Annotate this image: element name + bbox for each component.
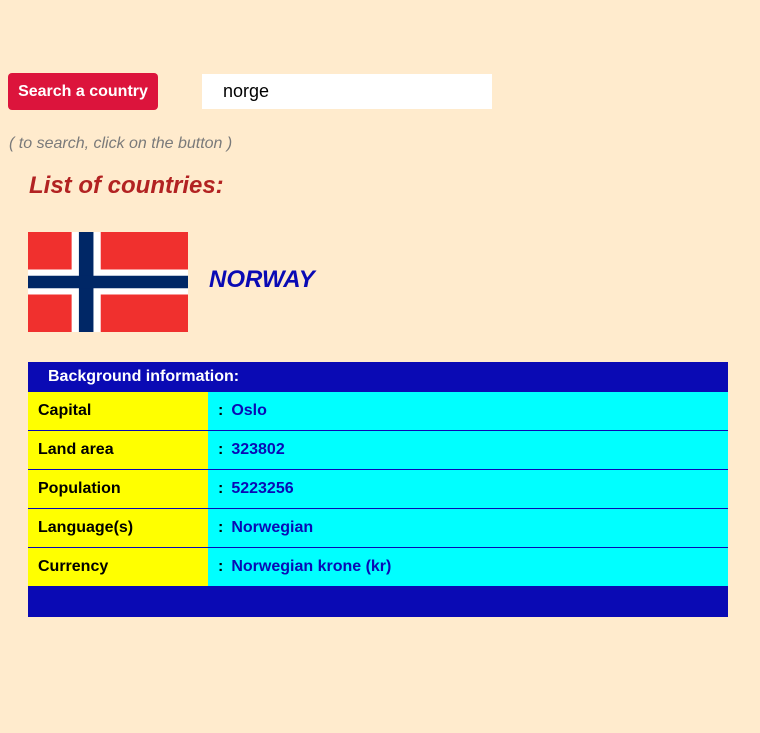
info-value-cell: :5223256: [208, 470, 728, 508]
info-table-header: Background information:: [48, 368, 240, 385]
list-title: List of countries:: [29, 172, 224, 199]
background-info-table: Background information: Capital : Oslo La…: [28, 362, 728, 617]
separator: :: [218, 558, 224, 575]
info-label: Language(s): [28, 509, 208, 547]
separator: :: [218, 480, 224, 497]
info-value-cell: : Norwegian krone (kr): [208, 548, 728, 586]
info-row-land-area: Land area :323802: [28, 431, 728, 469]
country-name: NORWAY: [209, 266, 315, 293]
info-value-cell: : Oslo: [208, 392, 728, 430]
country-search-input[interactable]: [202, 74, 492, 109]
info-label: Land area: [28, 431, 208, 469]
info-label: Currency: [28, 548, 208, 586]
info-label: Capital: [28, 392, 208, 430]
separator: :: [218, 441, 224, 458]
info-value: 323802: [231, 441, 285, 458]
info-row-languages: Language(s) : Norwegian: [28, 509, 728, 547]
info-value: Oslo: [231, 402, 267, 419]
separator: :: [218, 519, 224, 536]
info-row-capital: Capital : Oslo: [28, 392, 728, 430]
info-value: Norwegian krone (kr): [231, 558, 392, 575]
info-row-currency: Currency : Norwegian krone (kr): [28, 548, 728, 586]
info-label: Population: [28, 470, 208, 508]
info-value: Norwegian: [231, 519, 314, 536]
info-value: 5223256: [231, 480, 294, 497]
info-value-cell: :323802: [208, 431, 728, 469]
search-country-button[interactable]: Search a country: [8, 73, 158, 110]
search-hint: ( to search, click on the button ): [9, 135, 233, 152]
flag-cross-blue-horizontal: [28, 275, 188, 289]
separator: :: [218, 402, 224, 419]
info-value-cell: : Norwegian: [208, 509, 728, 547]
info-row-population: Population :5223256: [28, 470, 728, 508]
norway-flag-icon: [28, 232, 188, 332]
